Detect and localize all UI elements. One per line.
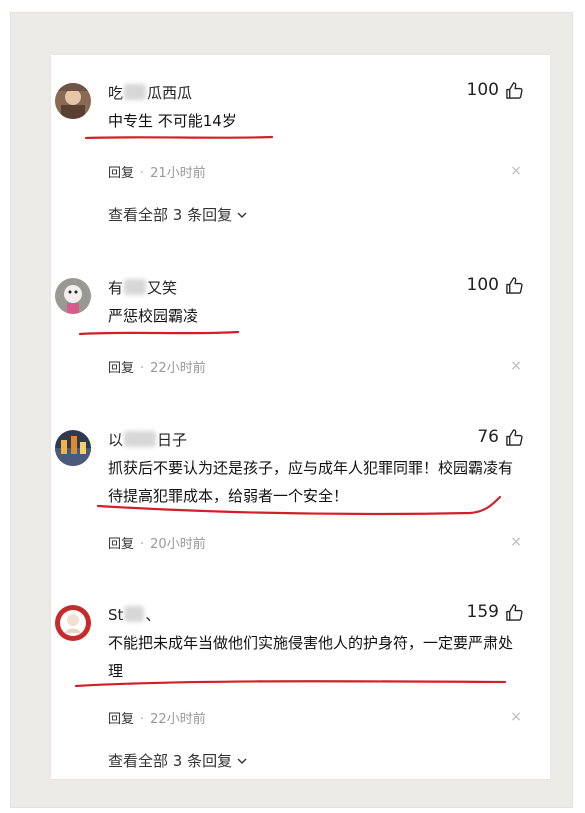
timestamp: 20小时前	[150, 537, 206, 552]
username[interactable]: St、	[108, 604, 160, 625]
comment-meta: 回复 · 21小时前	[108, 166, 206, 181]
chevron-down-icon	[237, 758, 247, 764]
reply-button[interactable]: 回复	[108, 712, 134, 727]
avatar[interactable]	[55, 430, 91, 466]
like-button[interactable]: 100	[467, 275, 524, 295]
comment-text: 不能把未成年当做他们实施侵害他人的护身符，一定要严肃处理	[108, 634, 514, 680]
chevron-down-icon	[237, 212, 247, 218]
redacted-blur	[124, 606, 145, 622]
like-count: 100	[466, 275, 499, 295]
reply-button[interactable]: 回复	[108, 537, 134, 552]
like-count: 159	[466, 602, 499, 622]
redacted-blur	[124, 279, 147, 295]
timestamp: 21小时前	[150, 166, 206, 181]
like-count: 76	[477, 427, 499, 447]
close-icon[interactable]: ×	[510, 534, 522, 550]
avatar[interactable]	[55, 83, 91, 119]
like-count: 100	[466, 80, 499, 100]
avatar[interactable]	[55, 278, 91, 314]
thumbs-up-icon	[506, 276, 523, 294]
comment-meta: 回复 · 22小时前	[108, 712, 206, 727]
username[interactable]: 吃瓜西瓜	[108, 82, 192, 103]
comment-meta: 回复 · 22小时前	[108, 361, 206, 376]
comment-text: 严惩校园霸凌	[108, 307, 199, 325]
avatar[interactable]	[55, 605, 91, 641]
comment-text: 中专生 不可能14岁	[108, 112, 237, 130]
redacted-blur	[124, 431, 157, 447]
like-button[interactable]: 159	[467, 602, 524, 622]
reply-button[interactable]: 回复	[108, 166, 134, 181]
close-icon[interactable]: ×	[510, 709, 522, 725]
comment-text: 抓获后不要认为还是孩子，应与成年人犯罪同罪！校园霸凌有待提高犯罪成本，给弱者一个…	[108, 459, 514, 505]
username[interactable]: 有又笑	[108, 277, 177, 298]
thumbs-up-icon	[506, 81, 523, 99]
like-button[interactable]: 76	[477, 427, 524, 447]
comment-meta: 回复 · 20小时前	[108, 537, 206, 552]
thumbs-up-icon	[506, 428, 523, 446]
view-all-replies-link[interactable]: 查看全部 3 条回复	[108, 204, 248, 225]
username[interactable]: 以日子	[108, 429, 187, 450]
reply-button[interactable]: 回复	[108, 361, 134, 376]
thumbs-up-icon	[506, 603, 523, 621]
close-icon[interactable]: ×	[510, 163, 522, 179]
redacted-blur	[124, 84, 147, 100]
like-button[interactable]: 100	[467, 80, 524, 100]
photo-frame: 吃瓜西瓜 100 中专生 不可能14岁 回复 · 21小时前 × 查看全部 3 条回…	[10, 12, 573, 808]
timestamp: 22小时前	[150, 712, 206, 727]
view-all-replies-link[interactable]: 查看全部 3 条回复	[108, 750, 248, 771]
comment-list: 吃瓜西瓜 100 中专生 不可能14岁 回复 · 21小时前 × 查看全部 3 条回…	[51, 55, 550, 779]
timestamp: 22小时前	[150, 361, 206, 376]
close-icon[interactable]: ×	[510, 358, 522, 374]
